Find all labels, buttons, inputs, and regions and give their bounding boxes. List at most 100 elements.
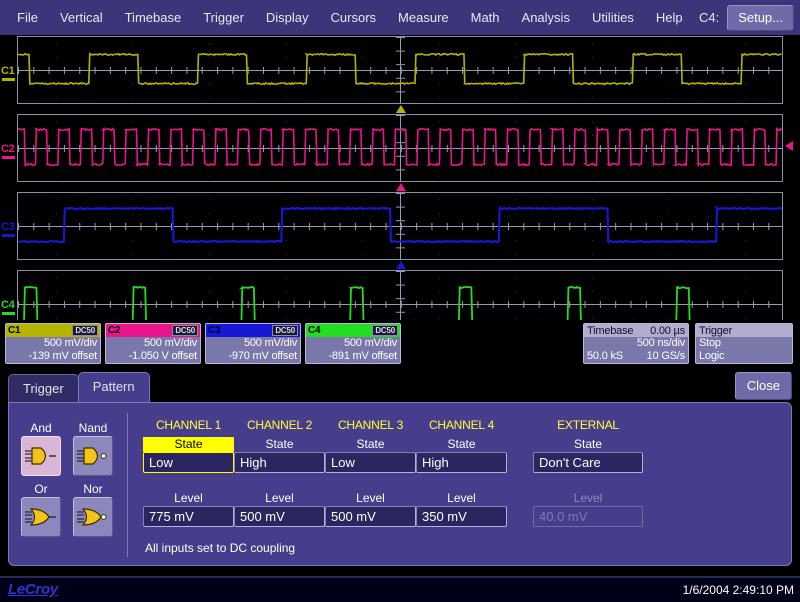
menu-item-math[interactable]: Math [460,7,511,28]
ground-marker-c3[interactable] [2,234,15,237]
or-gate-icon[interactable] [21,497,61,537]
column-title: CHANNEL 2 [234,417,325,433]
descriptor-header-c1: C1 DC50 [6,324,100,337]
descriptor-c3[interactable]: C3DC50500 mV/div-970 mV offset [205,323,301,364]
state-field[interactable]: Low [325,452,416,473]
level-field: 40.0 mV [533,506,643,527]
grid-c2[interactable] [17,114,783,182]
descriptor-scale: 500 mV/div [306,337,400,350]
level-field[interactable]: 350 mV [416,506,507,527]
descriptor-c4[interactable]: C4DC50500 mV/div-891 mV offset [305,323,401,364]
trigger-state: Stop [699,337,721,350]
state-label: State [533,437,643,452]
column-title: CHANNEL 1 [143,417,234,433]
offset-arrow-c1[interactable] [396,105,406,113]
descriptor-c2[interactable]: C2DC50500 mV/div-1.050 V offset [105,323,201,364]
field-spacer [234,473,325,491]
field-spacer [325,473,416,491]
gate-cell-or: Or [21,482,61,537]
trigger-state-row: Stop [696,337,792,350]
field-spacer [533,473,643,491]
menu-item-measure[interactable]: Measure [387,7,460,28]
menu-bar-right: C4: Setup... [699,0,794,35]
descriptor-channel-label: C2 [108,325,120,336]
menu-item-utilities[interactable]: Utilities [581,7,645,28]
nand-gate-icon[interactable] [73,436,113,476]
state-label: State [416,437,507,452]
menu-item-display[interactable]: Display [255,7,320,28]
ground-marker-c2[interactable] [2,156,15,159]
channel-tag-c3: C3 [1,221,14,233]
dialog-body: AndNandOrNor CHANNEL 1StateLowLevel775 m… [8,402,792,566]
field-spacer [143,473,234,491]
state-label: State [234,437,325,452]
menu-item-file[interactable]: File [6,7,49,28]
close-button[interactable]: Close [735,372,792,400]
setup-button[interactable]: Setup... [727,5,794,31]
oscilloscope-screen: FileVerticalTimebaseTriggerDisplayCursor… [0,0,800,600]
status-bar: LeCroy 1/6/2004 2:49:10 PM [0,576,800,602]
trigger-descriptor[interactable]: Trigger Stop Logic [695,323,793,364]
tab-pattern[interactable]: Pattern [78,372,150,402]
column-channel-3: CHANNEL 3StateLowLevel500 mV [325,417,416,527]
level-field[interactable]: 500 mV [234,506,325,527]
state-field[interactable]: High [416,452,507,473]
waveform-trace-c2 [18,115,782,181]
menu-item-vertical[interactable]: Vertical [49,7,114,28]
pattern-channel-columns: CHANNEL 1StateLowLevel775 mVCHANNEL 2Sta… [143,417,643,527]
lecroy-logo[interactable]: LeCroy [8,581,58,598]
gate-cell-and: And [21,421,61,476]
level-label: Level [234,491,325,506]
state-field[interactable]: Don't Care [533,452,643,473]
trigger-level-marker-c2[interactable] [785,141,793,151]
timebase-scale-row: 500 ns/div [584,337,688,350]
grid-c1[interactable] [17,36,783,104]
gate-label-and: And [21,421,61,436]
descriptor-coupling-badge[interactable]: DC50 [372,325,398,336]
trigger-type: Logic [699,350,724,363]
column-title: CHANNEL 3 [325,417,416,433]
timebase-rate: 10 GS/s [647,350,685,363]
timebase-sample-row: 50.0 kS 10 GS/s [584,350,688,363]
menu-item-trigger[interactable]: Trigger [192,7,255,28]
nor-gate-icon[interactable] [73,497,113,537]
descriptor-coupling-badge[interactable]: DC50 [172,325,198,336]
descriptor-channel-label: C1 [8,325,20,336]
gate-label-nand: Nand [73,421,113,436]
menu-item-analysis[interactable]: Analysis [511,7,581,28]
gate-cell-nor: Nor [73,482,113,537]
level-label: Level [325,491,416,506]
descriptor-c1[interactable]: C1DC50500 mV/div-139 mV offset [5,323,101,364]
and-gate-icon[interactable] [21,436,61,476]
offset-arrow-c2[interactable] [396,183,406,191]
menu-item-help[interactable]: Help [645,7,694,28]
timebase-delay: 0.00 µs [650,325,685,337]
column-external: EXTERNALStateDon't CareLevel40.0 mV [533,417,643,527]
state-field[interactable]: Low [143,452,234,473]
offset-arrow-c3[interactable] [396,261,406,269]
level-field[interactable]: 500 mV [325,506,416,527]
descriptor-scale: 500 mV/div [106,337,200,350]
timebase-descriptor[interactable]: Timebase 0.00 µs 500 ns/div 50.0 kS 10 G… [583,323,689,364]
column-channel-4: CHANNEL 4StateHighLevel350 mV [416,417,507,527]
descriptor-coupling-badge[interactable]: DC50 [72,325,98,336]
tab-trigger[interactable]: Trigger [8,374,79,402]
level-field[interactable]: 775 mV [143,506,234,527]
menu-item-list: FileVerticalTimebaseTriggerDisplayCursor… [6,0,694,35]
column-title: CHANNEL 4 [416,417,507,433]
trigger-type-row: Logic [696,350,792,363]
descriptor-coupling-badge[interactable]: DC50 [272,325,298,336]
column-channel-1: CHANNEL 1StateLowLevel775 mV [143,417,234,527]
ground-marker-c1[interactable] [2,78,15,81]
descriptor-offset: -970 mV offset [206,350,300,363]
waveform-area: C1 C2 C3 [0,35,800,320]
menu-item-timebase[interactable]: Timebase [114,7,193,28]
grid-c3[interactable] [17,192,783,260]
descriptor-header-c4: C4DC50 [306,324,400,337]
state-field[interactable]: High [234,452,325,473]
timebase-header: Timebase 0.00 µs [584,324,688,337]
menu-item-cursors[interactable]: Cursors [320,7,388,28]
descriptor-offset: -139 mV offset [6,350,100,363]
trigger-setup-dialog: TriggerPattern Close And Nand Or Nor CHANNE… [0,368,800,576]
ground-marker-c4[interactable] [2,312,15,315]
